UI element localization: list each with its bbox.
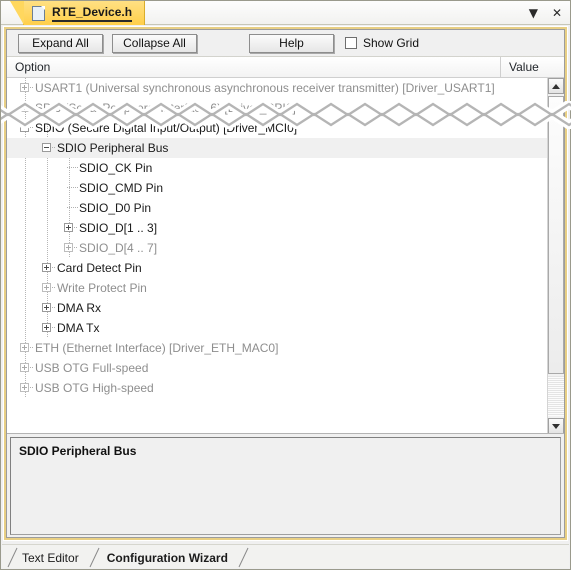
tree-connector xyxy=(67,207,78,208)
tree-connector xyxy=(52,267,56,268)
tree-row-label: SDIO_D[4 .. 7] xyxy=(79,241,158,255)
tree-row-label: DMA Tx xyxy=(57,321,100,335)
title-bar-actions: ▼ ✕ xyxy=(529,1,562,25)
tree-row-label: USB OTG Full-speed xyxy=(35,361,149,375)
arrow-down-icon xyxy=(552,423,560,429)
show-grid-checkbox[interactable] xyxy=(345,37,357,49)
tree-row[interactable]: SDIO_D[4 .. 7] xyxy=(7,238,547,258)
grid-rows: USART1 (Universal synchronous asynchrono… xyxy=(7,78,547,433)
tree-row[interactable]: SDIO_CK Pin xyxy=(7,158,547,178)
editor-tab-text-editor[interactable]: Text Editor xyxy=(12,548,89,568)
column-header-option[interactable]: Option xyxy=(7,57,501,77)
expand-node-icon[interactable] xyxy=(42,263,51,272)
show-grid-control[interactable]: Show Grid xyxy=(345,36,419,50)
tree-row[interactable]: SDIO (Secure Digital Input/Output) [Driv… xyxy=(7,118,547,138)
expand-node-icon[interactable] xyxy=(64,223,73,232)
tab-separator xyxy=(238,547,249,568)
scrollbar-track[interactable] xyxy=(548,376,564,416)
tree-connector xyxy=(52,147,56,148)
tree-row-label: DMA Rx xyxy=(57,301,102,315)
document-tab-label: RTE_Device.h xyxy=(52,5,133,22)
tree-connector xyxy=(30,127,34,128)
show-grid-label: Show Grid xyxy=(363,36,420,50)
tree-connector xyxy=(67,167,78,168)
tree-row[interactable]: SDIO Peripheral Bus xyxy=(7,138,547,158)
expand-node-icon[interactable] xyxy=(42,303,51,312)
expand-node-icon[interactable] xyxy=(20,363,29,372)
tree-connector xyxy=(30,367,34,368)
tree-row-label: USART1 (Universal synchronous asynchrono… xyxy=(35,81,495,95)
tree-row-label: Card Detect Pin xyxy=(57,261,142,275)
tree-row[interactable]: SPI6 (Serial Peripheral Interface 6) [Dr… xyxy=(7,98,547,118)
tree-row-label: SDIO Peripheral Bus xyxy=(57,141,169,155)
help-button[interactable]: Help xyxy=(249,33,334,53)
file-icon xyxy=(32,5,45,21)
tree-row[interactable]: SDIO_D0 Pin xyxy=(7,198,547,218)
tree-connector xyxy=(67,187,78,188)
expand-node-icon[interactable] xyxy=(20,83,29,92)
tree-row-label: SDIO (Secure Digital Input/Output) [Driv… xyxy=(35,121,298,135)
wizard-toolbar: Expand All Collapse All Help Show Grid xyxy=(7,30,564,57)
tree-connector xyxy=(30,87,34,88)
tree-row-label: SDIO_D[1 .. 3] xyxy=(79,221,158,235)
collapse-node-icon[interactable] xyxy=(42,143,51,152)
editor-tab-configuration-wizard[interactable]: Configuration Wizard xyxy=(97,548,238,568)
tree-row[interactable]: DMA Rx xyxy=(7,298,547,318)
options-tree-grid: Option Value USART1 (Universal synchrono… xyxy=(7,57,564,434)
tree-row[interactable]: USB OTG High-speed xyxy=(7,378,547,398)
tree-row[interactable]: Write Protect Pin xyxy=(7,278,547,298)
editor-mode-tabs: Text Editor Configuration Wizard xyxy=(2,544,569,568)
tree-connector xyxy=(30,107,34,108)
tree-connector xyxy=(74,247,78,248)
tree-connector xyxy=(52,307,56,308)
tree-row[interactable]: USART1 (Universal synchronous asynchrono… xyxy=(7,78,547,98)
scroll-down-button[interactable] xyxy=(548,418,564,433)
expand-node-icon[interactable] xyxy=(20,383,29,392)
tree-row[interactable]: SDIO_D[1 .. 3] xyxy=(7,218,547,238)
expand-node-icon[interactable] xyxy=(42,283,51,292)
tree-row[interactable]: USB OTG Full-speed xyxy=(7,358,547,378)
tab-separator xyxy=(7,547,18,568)
expand-node-icon[interactable] xyxy=(20,103,29,112)
grid-column-header: Option Value xyxy=(7,57,564,78)
tree-row-label: SDIO_D0 Pin xyxy=(79,201,152,215)
description-text: SDIO Peripheral Bus xyxy=(19,444,137,458)
scrollbar-thumb[interactable] xyxy=(548,96,564,374)
tree-connector xyxy=(52,327,56,328)
expand-node-icon[interactable] xyxy=(20,343,29,352)
tree-connector xyxy=(52,287,56,288)
tree-row-label: ETH (Ethernet Interface) [Driver_ETH_MAC… xyxy=(35,341,279,355)
arrow-up-icon xyxy=(552,83,560,89)
tree-row[interactable]: ETH (Ethernet Interface) [Driver_ETH_MAC… xyxy=(7,338,547,358)
chevron-down-icon[interactable]: ▼ xyxy=(529,7,538,19)
tree-connector xyxy=(74,227,78,228)
tree-row[interactable]: SDIO_CMD Pin xyxy=(7,178,547,198)
collapse-node-icon[interactable] xyxy=(20,123,29,132)
tree-row-label: SDIO_CK Pin xyxy=(79,161,153,175)
tree-row-label: USB OTG High-speed xyxy=(35,381,154,395)
tree-row[interactable]: Card Detect Pin xyxy=(7,258,547,278)
grid-vertical-scrollbar[interactable] xyxy=(547,78,564,433)
configuration-wizard-window: RTE_Device.h ▼ ✕ Expand All Collapse All… xyxy=(0,0,571,570)
tab-separator xyxy=(89,547,100,568)
tree-row[interactable]: DMA Tx xyxy=(7,318,547,338)
document-tab-rte-device-h[interactable]: RTE_Device.h xyxy=(9,1,146,25)
expand-node-icon[interactable] xyxy=(42,323,51,332)
collapse-all-button[interactable]: Collapse All xyxy=(112,33,197,53)
expand-all-button[interactable]: Expand All xyxy=(18,33,103,53)
title-bar: RTE_Device.h ▼ ✕ xyxy=(1,1,570,25)
column-header-value[interactable]: Value xyxy=(501,57,564,77)
expand-node-icon[interactable] xyxy=(64,243,73,252)
tree-connector xyxy=(30,387,34,388)
description-pane: SDIO Peripheral Bus xyxy=(10,437,561,535)
scroll-up-button[interactable] xyxy=(548,78,564,94)
tree-row-label: SPI6 (Serial Peripheral Interface 6) [Dr… xyxy=(35,101,296,115)
tree-connector xyxy=(30,347,34,348)
close-icon[interactable]: ✕ xyxy=(552,7,562,19)
tree-row-label: Write Protect Pin xyxy=(57,281,147,295)
tree-row-label: SDIO_CMD Pin xyxy=(79,181,164,195)
